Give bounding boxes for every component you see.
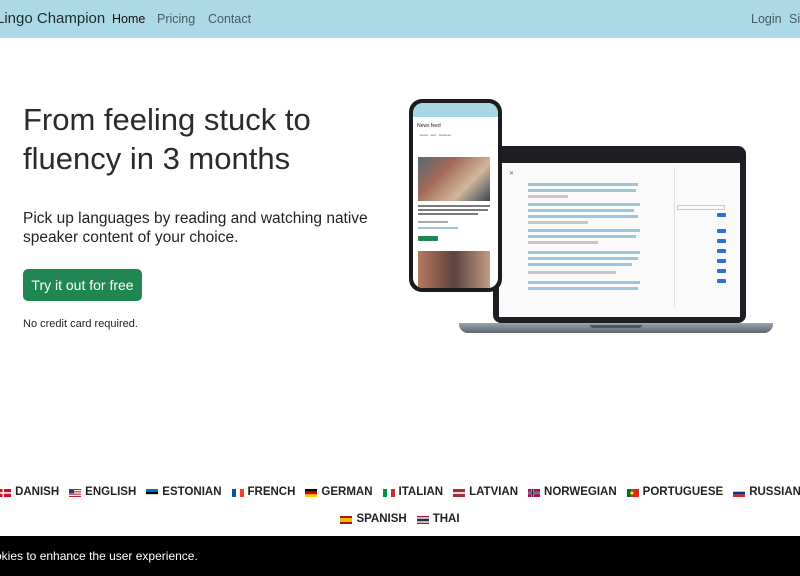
hero-title-line1: From feeling stuck to: [23, 102, 311, 137]
language-label: DANISH: [15, 486, 60, 498]
portugal-flag-icon: [626, 488, 639, 497]
laptop-translation-input: [677, 205, 725, 210]
thailand-flag-icon: [416, 515, 429, 524]
language-german[interactable]: GERMAN: [305, 479, 373, 506]
language-french[interactable]: FRENCH: [231, 479, 296, 506]
language-english[interactable]: ENGLISH: [69, 479, 136, 506]
cookie-banner: okies to enhance the user experience.: [0, 536, 800, 576]
nav-home[interactable]: Home: [112, 12, 145, 26]
nav-signup[interactable]: Sig: [789, 12, 800, 26]
laptop-notch: [590, 325, 642, 328]
language-italian[interactable]: ITALIAN: [382, 479, 444, 506]
hero-title: From feeling stuck to fluency in 3 month…: [23, 100, 383, 178]
hero-subtitle: Pick up languages by reading and watchin…: [23, 210, 368, 246]
language-label: RUSSIAN: [749, 486, 800, 498]
phone-read-button: [418, 236, 438, 241]
laptop-save-button: [717, 213, 726, 217]
france-flag-icon: [231, 488, 244, 497]
language-list: DANISH ENGLISH ESTONIAN FRENCH GERMAN IT…: [0, 479, 800, 533]
phone-feed-title: News feed: [417, 123, 441, 129]
language-label: SPANISH: [356, 513, 407, 525]
language-label: THAI: [432, 513, 460, 525]
language-label: ENGLISH: [85, 486, 137, 498]
nav-contact[interactable]: Contact: [208, 12, 251, 26]
laptop-add-button: [717, 279, 726, 283]
russia-flag-icon: [733, 488, 746, 497]
language-label: PORTUGUESE: [642, 486, 724, 498]
language-label: LATVIAN: [469, 486, 519, 498]
laptop-add-button: [717, 229, 726, 233]
phone-screen: News feed · sports · tech · business: [413, 103, 498, 288]
language-label: ESTONIAN: [162, 486, 222, 498]
laptop-add-button: [717, 239, 726, 243]
norway-flag-icon: [528, 488, 541, 497]
hero-title-line2: fluency in 3 months: [23, 141, 291, 176]
phone-app-bar: [413, 103, 498, 117]
language-spanish[interactable]: SPANISH: [340, 506, 407, 533]
cookie-text: okies to enhance the user experience.: [0, 549, 198, 563]
laptop-add-button: [717, 249, 726, 253]
language-label: GERMAN: [321, 486, 373, 498]
laptop-translation-panel: [674, 167, 727, 307]
navbar: Lingo Champion Home Pricing Contact Logi…: [0, 0, 800, 38]
language-latvian[interactable]: LATVIAN: [453, 479, 518, 506]
brand-logo[interactable]: Lingo Champion: [0, 10, 105, 27]
laptop-add-button: [717, 259, 726, 263]
nav-pricing[interactable]: Pricing: [157, 12, 195, 26]
language-norwegian[interactable]: NORWEGIAN: [528, 479, 617, 506]
germany-flag-icon: [305, 488, 318, 497]
language-russian[interactable]: RUSSIAN: [733, 479, 800, 506]
language-portuguese[interactable]: PORTUGUESE: [626, 479, 724, 506]
phone-video-thumbnail: [418, 251, 490, 288]
language-estonian[interactable]: ESTONIAN: [146, 479, 222, 506]
language-danish[interactable]: DANISH: [0, 479, 59, 506]
language-label: ITALIAN: [398, 486, 444, 498]
language-thai[interactable]: THAI: [416, 506, 460, 533]
denmark-flag-icon: [0, 488, 12, 497]
language-label: NORWEGIAN: [544, 486, 617, 498]
no-credit-card-note: No credit card required.: [23, 318, 138, 330]
language-label: FRENCH: [247, 486, 296, 498]
latvia-flag-icon: [453, 488, 466, 497]
nav-login[interactable]: Login: [751, 12, 782, 26]
try-free-button[interactable]: Try it out for free: [23, 269, 142, 301]
close-icon: ✕: [509, 171, 515, 177]
phone-article-image: [418, 157, 490, 201]
laptop-add-button: [717, 269, 726, 273]
usa-flag-icon: [69, 488, 82, 497]
italy-flag-icon: [382, 488, 395, 497]
spain-flag-icon: [340, 515, 353, 524]
estonia-flag-icon: [146, 488, 159, 497]
